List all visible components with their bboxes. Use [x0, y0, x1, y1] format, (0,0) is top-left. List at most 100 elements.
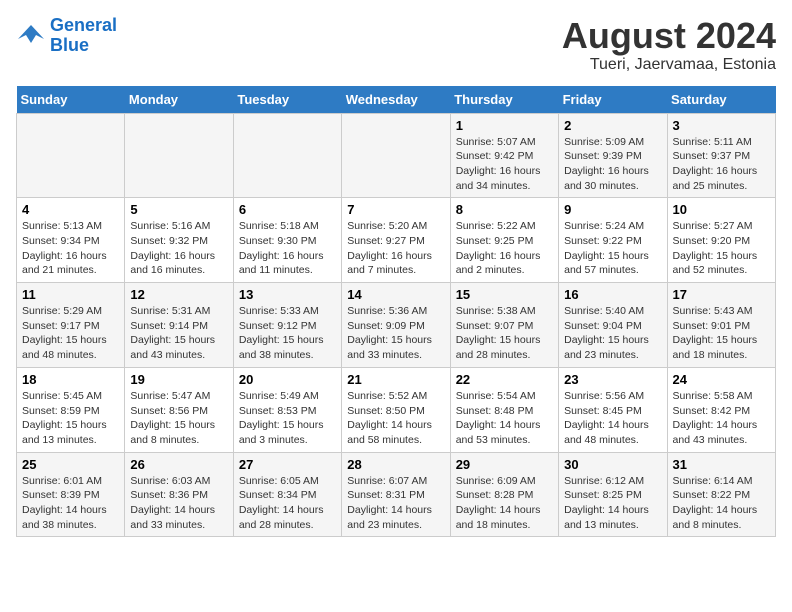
day-info: Sunrise: 5:58 AMSunset: 8:42 PMDaylight:… [673, 389, 770, 448]
logo: General Blue [16, 16, 117, 56]
calendar-table: SundayMondayTuesdayWednesdayThursdayFrid… [16, 86, 776, 538]
day-number: 15 [456, 287, 553, 302]
calendar-week-row: 18 Sunrise: 5:45 AMSunset: 8:59 PMDayligh… [17, 367, 776, 452]
day-info: Sunrise: 5:29 AMSunset: 9:17 PMDaylight:… [22, 304, 119, 363]
calendar-subtitle: Tueri, Jaervamaa, Estonia [562, 56, 776, 74]
calendar-cell: 22 Sunrise: 5:54 AMSunset: 8:48 PMDayligh… [450, 367, 558, 452]
weekday-header-sunday: Sunday [17, 86, 125, 114]
weekday-header-monday: Monday [125, 86, 233, 114]
day-info: Sunrise: 5:22 AMSunset: 9:25 PMDaylight:… [456, 219, 553, 278]
weekday-header-tuesday: Tuesday [233, 86, 341, 114]
weekday-header-thursday: Thursday [450, 86, 558, 114]
calendar-week-row: 4 Sunrise: 5:13 AMSunset: 9:34 PMDaylight… [17, 198, 776, 283]
calendar-cell: 2 Sunrise: 5:09 AMSunset: 9:39 PMDaylight… [559, 113, 667, 198]
day-info: Sunrise: 6:07 AMSunset: 8:31 PMDaylight:… [347, 474, 444, 533]
day-info: Sunrise: 5:09 AMSunset: 9:39 PMDaylight:… [564, 135, 661, 194]
day-number: 3 [673, 118, 770, 133]
day-number: 1 [456, 118, 553, 133]
calendar-cell: 8 Sunrise: 5:22 AMSunset: 9:25 PMDaylight… [450, 198, 558, 283]
day-info: Sunrise: 5:49 AMSunset: 8:53 PMDaylight:… [239, 389, 336, 448]
calendar-cell: 14Sunrise: 5:36 AMSunset: 9:09 PMDayligh… [342, 283, 450, 368]
calendar-cell: 17 Sunrise: 5:43 AMSunset: 9:01 PMDayligh… [667, 283, 775, 368]
calendar-cell [17, 113, 125, 198]
calendar-cell: 1 Sunrise: 5:07 AMSunset: 9:42 PMDaylight… [450, 113, 558, 198]
calendar-cell: 20 Sunrise: 5:49 AMSunset: 8:53 PMDayligh… [233, 367, 341, 452]
day-info: Sunrise: 5:27 AMSunset: 9:20 PMDaylight:… [673, 219, 770, 278]
day-info: Sunrise: 5:07 AMSunset: 9:42 PMDaylight:… [456, 135, 553, 194]
calendar-cell: 11 Sunrise: 5:29 AMSunset: 9:17 PMDayligh… [17, 283, 125, 368]
day-info: Sunrise: 6:05 AMSunset: 8:34 PMDaylight:… [239, 474, 336, 533]
calendar-cell: 28 Sunrise: 6:07 AMSunset: 8:31 PMDayligh… [342, 452, 450, 537]
day-number: 21 [347, 372, 444, 387]
calendar-cell [342, 113, 450, 198]
day-number: 25 [22, 457, 119, 472]
calendar-cell: 4 Sunrise: 5:13 AMSunset: 9:34 PMDaylight… [17, 198, 125, 283]
calendar-week-row: 1 Sunrise: 5:07 AMSunset: 9:42 PMDaylight… [17, 113, 776, 198]
day-info: Sunrise: 5:18 AMSunset: 9:30 PMDaylight:… [239, 219, 336, 278]
day-info: Sunrise: 5:20 AMSunset: 9:27 PMDaylight:… [347, 219, 444, 278]
day-number: 11 [22, 287, 119, 302]
day-info: Sunrise: 5:47 AMSunset: 8:56 PMDaylight:… [130, 389, 227, 448]
day-info: Sunrise: 6:14 AMSunset: 8:22 PMDaylight:… [673, 474, 770, 533]
day-info: Sunrise: 5:43 AMSunset: 9:01 PMDaylight:… [673, 304, 770, 363]
weekday-header-wednesday: Wednesday [342, 86, 450, 114]
day-number: 2 [564, 118, 661, 133]
calendar-cell: 12 Sunrise: 5:31 AMSunset: 9:14 PMDayligh… [125, 283, 233, 368]
weekday-header-friday: Friday [559, 86, 667, 114]
day-number: 12 [130, 287, 227, 302]
day-number: 19 [130, 372, 227, 387]
day-number: 31 [673, 457, 770, 472]
day-number: 9 [564, 202, 661, 217]
day-info: Sunrise: 5:24 AMSunset: 9:22 PMDaylight:… [564, 219, 661, 278]
day-number: 7 [347, 202, 444, 217]
day-number: 6 [239, 202, 336, 217]
day-number: 10 [673, 202, 770, 217]
calendar-cell: 24 Sunrise: 5:58 AMSunset: 8:42 PMDayligh… [667, 367, 775, 452]
calendar-week-row: 11 Sunrise: 5:29 AMSunset: 9:17 PMDayligh… [17, 283, 776, 368]
calendar-cell: 19 Sunrise: 5:47 AMSunset: 8:56 PMDayligh… [125, 367, 233, 452]
weekday-header-saturday: Saturday [667, 86, 775, 114]
day-number: 5 [130, 202, 227, 217]
day-number: 30 [564, 457, 661, 472]
day-number: 8 [456, 202, 553, 217]
calendar-cell [233, 113, 341, 198]
day-number: 17 [673, 287, 770, 302]
day-info: Sunrise: 6:12 AMSunset: 8:25 PMDaylight:… [564, 474, 661, 533]
calendar-title: August 2024 [562, 16, 776, 56]
day-number: 24 [673, 372, 770, 387]
calendar-cell: 3Sunrise: 5:11 AMSunset: 9:37 PMDaylight… [667, 113, 775, 198]
calendar-cell: 21Sunrise: 5:52 AMSunset: 8:50 PMDayligh… [342, 367, 450, 452]
day-info: Sunrise: 5:54 AMSunset: 8:48 PMDaylight:… [456, 389, 553, 448]
calendar-cell: 6 Sunrise: 5:18 AMSunset: 9:30 PMDaylight… [233, 198, 341, 283]
calendar-cell: 27 Sunrise: 6:05 AMSunset: 8:34 PMDayligh… [233, 452, 341, 537]
calendar-cell: 7 Sunrise: 5:20 AMSunset: 9:27 PMDaylight… [342, 198, 450, 283]
day-info: Sunrise: 5:13 AMSunset: 9:34 PMDaylight:… [22, 219, 119, 278]
day-number: 22 [456, 372, 553, 387]
calendar-cell: 18 Sunrise: 5:45 AMSunset: 8:59 PMDayligh… [17, 367, 125, 452]
day-number: 29 [456, 457, 553, 472]
day-info: Sunrise: 5:33 AMSunset: 9:12 PMDaylight:… [239, 304, 336, 363]
calendar-cell [125, 113, 233, 198]
day-info: Sunrise: 5:31 AMSunset: 9:14 PMDaylight:… [130, 304, 227, 363]
day-number: 20 [239, 372, 336, 387]
calendar-cell: 31 Sunrise: 6:14 AMSunset: 8:22 PMDayligh… [667, 452, 775, 537]
day-number: 4 [22, 202, 119, 217]
calendar-week-row: 25Sunrise: 6:01 AMSunset: 8:39 PMDayligh… [17, 452, 776, 537]
calendar-cell: 5Sunrise: 5:16 AMSunset: 9:32 PMDaylight… [125, 198, 233, 283]
day-number: 18 [22, 372, 119, 387]
day-number: 23 [564, 372, 661, 387]
page-header: General Blue August 2024 Tueri, Jaervama… [16, 16, 776, 74]
day-info: Sunrise: 5:40 AMSunset: 9:04 PMDaylight:… [564, 304, 661, 363]
calendar-cell: 10 Sunrise: 5:27 AMSunset: 9:20 PMDayligh… [667, 198, 775, 283]
calendar-cell: 15 Sunrise: 5:38 AMSunset: 9:07 PMDayligh… [450, 283, 558, 368]
day-number: 28 [347, 457, 444, 472]
day-info: Sunrise: 6:09 AMSunset: 8:28 PMDaylight:… [456, 474, 553, 533]
calendar-cell: 26Sunrise: 6:03 AMSunset: 8:36 PMDayligh… [125, 452, 233, 537]
calendar-cell: 13Sunrise: 5:33 AMSunset: 9:12 PMDayligh… [233, 283, 341, 368]
day-info: Sunrise: 5:56 AMSunset: 8:45 PMDaylight:… [564, 389, 661, 448]
day-info: Sunrise: 5:38 AMSunset: 9:07 PMDaylight:… [456, 304, 553, 363]
day-info: Sunrise: 5:36 AMSunset: 9:09 PMDaylight:… [347, 304, 444, 363]
day-info: Sunrise: 5:45 AMSunset: 8:59 PMDaylight:… [22, 389, 119, 448]
day-number: 27 [239, 457, 336, 472]
calendar-cell: 23 Sunrise: 5:56 AMSunset: 8:45 PMDayligh… [559, 367, 667, 452]
